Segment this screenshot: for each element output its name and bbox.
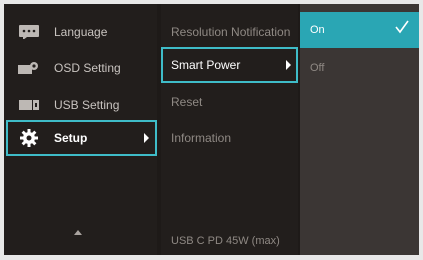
- main-menu: Language OSD Setting USB Setting Setup: [4, 4, 157, 255]
- option-off[interactable]: Off: [300, 50, 419, 86]
- submenu-item-information[interactable]: Information: [161, 120, 298, 156]
- usb-setting-icon: [18, 97, 40, 113]
- menu-item-setup[interactable]: Setup: [6, 120, 157, 156]
- menu-item-usb-setting[interactable]: USB Setting: [8, 87, 157, 123]
- gear-icon: [18, 129, 40, 147]
- checkmark-icon: [395, 20, 409, 37]
- menu-item-label: Setup: [54, 131, 88, 145]
- submenu-item-label: Resolution Notification: [171, 25, 291, 39]
- submenu-item-smart-power[interactable]: Smart Power: [161, 47, 298, 83]
- submenu-item-label: Smart Power: [171, 58, 241, 72]
- option-on[interactable]: On: [300, 12, 419, 48]
- menu-item-osd-setting[interactable]: OSD Setting: [8, 50, 157, 86]
- language-icon: [18, 24, 40, 40]
- menu-item-language[interactable]: Language: [8, 14, 157, 50]
- chevron-right-icon: [286, 60, 291, 70]
- submenu-item-resolution-notification[interactable]: Resolution Notification: [161, 14, 298, 50]
- submenu-item-reset[interactable]: Reset: [161, 84, 298, 120]
- option-label: On: [310, 24, 325, 36]
- option-label: Off: [310, 62, 325, 74]
- osd-menu: Language OSD Setting USB Setting Setup R…: [4, 4, 419, 255]
- menu-item-label: Language: [54, 25, 108, 39]
- usb-pd-info: USB C PD 45W (max): [171, 235, 280, 247]
- chevron-right-icon: [144, 133, 149, 143]
- menu-item-label: OSD Setting: [54, 61, 121, 75]
- chevron-up-icon[interactable]: [74, 230, 82, 235]
- submenu: Resolution Notification Smart Power Rese…: [161, 4, 298, 255]
- options-panel: On Off: [300, 4, 419, 255]
- menu-item-label: USB Setting: [54, 98, 120, 112]
- submenu-item-label: Information: [171, 131, 232, 145]
- osd-setting-icon: [18, 60, 40, 76]
- submenu-item-label: Reset: [171, 95, 203, 109]
